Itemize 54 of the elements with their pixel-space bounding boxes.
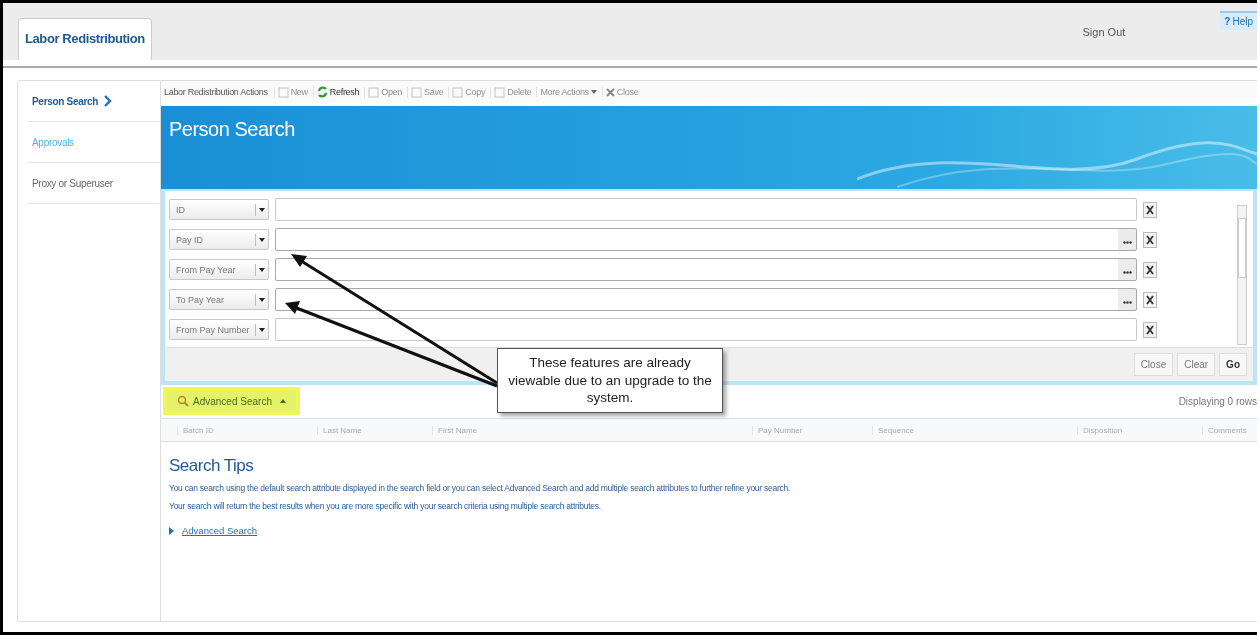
remove-icon[interactable] — [1143, 201, 1157, 218]
column-header[interactable]: Comments — [1202, 425, 1257, 435]
attribute-dropdown[interactable]: To Pay Year — [169, 289, 269, 310]
row-count: Displaying 0 rows — [1178, 395, 1257, 407]
tip-text: Your search will return the best results when you are more specific with your search criteria using multiple search attributes. — [169, 501, 602, 511]
toolbar-button[interactable]: Refresh — [312, 86, 363, 98]
search-icon — [177, 395, 189, 407]
attribute-dropdown[interactable]: Pay ID — [169, 229, 269, 250]
search-field[interactable] — [275, 258, 1137, 281]
attribute-dropdown[interactable]: From Pay Year — [169, 259, 269, 280]
search-button[interactable]: Clear — [1177, 353, 1216, 376]
search-tips-title: Search Tips — [169, 456, 255, 476]
attribute-dropdown[interactable]: From Pay Number — [169, 319, 269, 340]
column-header[interactable]: First Name — [432, 425, 752, 435]
caret-icon — [279, 399, 286, 403]
toolbar-title: Labor Redistribution Actions — [164, 87, 268, 97]
page-title: Person Search — [169, 118, 295, 140]
caret-icon — [259, 237, 265, 242]
search-button[interactable]: Go — [1219, 353, 1247, 376]
search-field[interactable] — [275, 228, 1137, 251]
app-tab[interactable]: Labor Redistribution — [18, 18, 152, 60]
remove-icon[interactable] — [1143, 261, 1157, 278]
caret-icon — [259, 207, 265, 212]
refresh-icon — [316, 86, 328, 98]
callout-note: These features are already viewable due to an upgrade to the system. — [497, 348, 723, 413]
remove-icon[interactable] — [1143, 321, 1157, 338]
column-header[interactable]: Sequence — [872, 425, 1077, 435]
column-header[interactable]: Pay Number — [752, 425, 872, 435]
column-header[interactable]: Last Name — [317, 425, 432, 435]
column-header[interactable]: Batch ID — [177, 425, 317, 435]
caret-icon — [590, 90, 597, 94]
scrollbar[interactable] — [1237, 205, 1247, 345]
caret-icon — [259, 267, 265, 272]
search-button[interactable]: Close — [1133, 353, 1174, 376]
attribute-dropdown[interactable]: ID — [169, 199, 269, 220]
caret-icon — [259, 327, 265, 332]
search-field[interactable] — [275, 318, 1137, 341]
search-field[interactable] — [275, 198, 1137, 221]
sidebar-item[interactable]: Proxy or Superuser — [28, 163, 160, 204]
close-icon — [605, 87, 615, 97]
sidebar-item[interactable]: Approvals — [28, 122, 160, 163]
remove-icon[interactable] — [1143, 291, 1157, 308]
chevron-icon — [104, 95, 113, 107]
caret-icon — [259, 297, 265, 302]
sidebar-item[interactable]: Person Search — [28, 81, 160, 122]
advanced-search-toggle[interactable]: Advanced Search — [163, 387, 300, 415]
expand-icon — [169, 526, 174, 535]
remove-icon[interactable] — [1143, 231, 1157, 248]
help-link[interactable]: ? Help — [1220, 11, 1257, 30]
column-header[interactable]: Disposition — [1077, 425, 1202, 435]
sign-out-link[interactable]: Sign Out — [1082, 25, 1126, 38]
tip-text: You can search using the default search attribute displayed in the search field or you can select Advanced Search and add multiple search attributes to further refine your search. — [169, 483, 792, 493]
search-field[interactable] — [275, 288, 1137, 311]
advanced-search-link[interactable]: Advanced Search — [182, 525, 257, 536]
